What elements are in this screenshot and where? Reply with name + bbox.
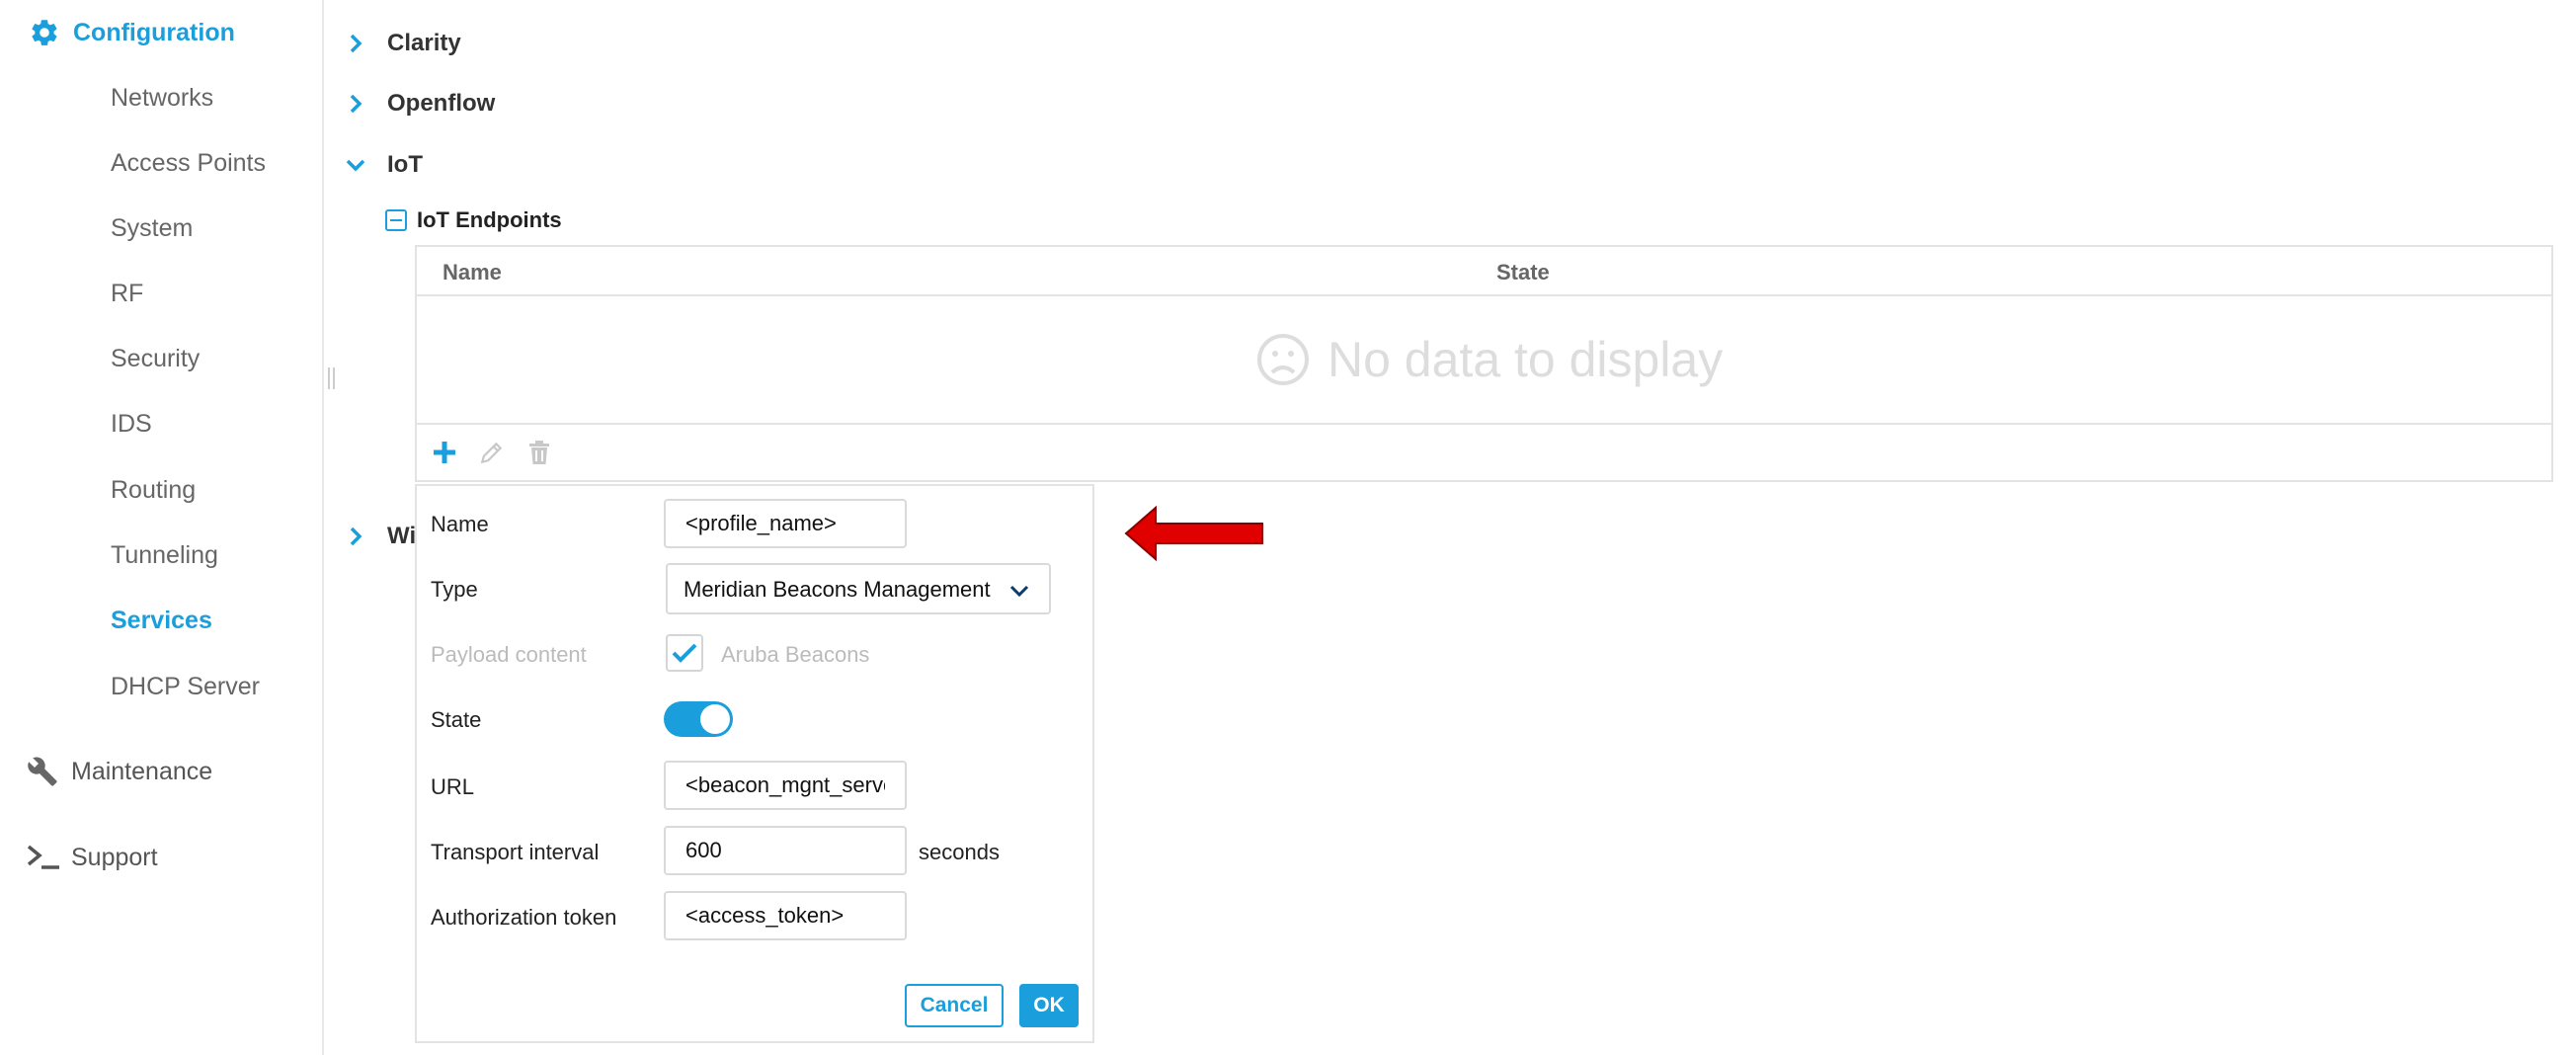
chevron-right-icon — [344, 525, 367, 548]
type-select-value: Meridian Beacons Management — [684, 577, 991, 602]
checkmark-icon — [672, 643, 697, 663]
table-header: Name State — [417, 247, 2551, 296]
section-iot[interactable]: IoT — [344, 151, 423, 179]
sidebar-item-ids[interactable]: IDS — [111, 409, 152, 439]
collapse-icon — [385, 209, 407, 231]
chevron-down-icon — [1007, 579, 1031, 603]
nav-configuration[interactable]: Configuration — [28, 16, 235, 49]
section-clarity-title: Clarity — [387, 30, 461, 56]
column-header-state[interactable]: State — [1496, 260, 1550, 285]
chevron-right-icon — [344, 32, 367, 55]
iot-endpoints-table: Name State No data to display — [415, 245, 2553, 482]
table-empty-row: No data to display — [417, 296, 2551, 425]
ok-button[interactable]: OK — [1019, 984, 1079, 1027]
section-wi[interactable]: Wi — [344, 523, 416, 550]
annotation-arrow — [1124, 505, 1263, 562]
sidebar-item-security[interactable]: Security — [111, 344, 200, 373]
aruba-beacons-label: Aruba Beacons — [721, 642, 870, 667]
iot-endpoints-toggle[interactable]: IoT Endpoints — [385, 207, 562, 233]
sidebar-item-tunneling[interactable]: Tunneling — [111, 540, 218, 570]
sidebar: Configuration Networks Access Points Sys… — [0, 0, 324, 1055]
column-header-name[interactable]: Name — [443, 260, 502, 285]
section-openflow-title: Openflow — [387, 90, 496, 117]
trash-icon[interactable] — [525, 439, 553, 466]
authorization-token-input[interactable] — [664, 891, 907, 940]
interval-unit: seconds — [919, 840, 1000, 864]
url-input[interactable] — [664, 761, 907, 810]
sad-face-icon — [1256, 333, 1310, 386]
gear-icon — [28, 16, 61, 49]
state-label: State — [431, 707, 482, 732]
iot-endpoint-form: Name Type Meridian Beacons Management Pa… — [415, 484, 1094, 1043]
sidebar-item-services[interactable]: Services — [111, 606, 212, 635]
name-input[interactable] — [664, 499, 907, 548]
table-toolbar — [417, 425, 2551, 480]
empty-state: No data to display — [1256, 331, 1723, 388]
type-label: Type — [431, 577, 478, 602]
payload-content-label: Payload content — [431, 642, 587, 667]
section-openflow[interactable]: Openflow — [344, 90, 495, 118]
authorization-token-label: Authorization token — [431, 905, 617, 930]
nav-support[interactable]: Support — [26, 841, 158, 874]
transport-interval-input[interactable] — [664, 826, 907, 875]
nav-maintenance-label: Maintenance — [71, 757, 213, 785]
chevron-right-icon — [344, 92, 367, 116]
nav-maintenance[interactable]: Maintenance — [26, 755, 212, 788]
type-select[interactable]: Meridian Beacons Management — [666, 563, 1051, 614]
sidebar-item-access-points[interactable]: Access Points — [111, 148, 266, 178]
plus-icon[interactable] — [431, 439, 458, 466]
panel-resize-handle[interactable] — [326, 367, 338, 391]
sidebar-item-networks[interactable]: Networks — [111, 83, 213, 113]
section-wi-title: Wi — [387, 523, 417, 549]
url-label: URL — [431, 774, 475, 799]
sidebar-item-system[interactable]: System — [111, 213, 193, 243]
empty-state-text: No data to display — [1328, 332, 1724, 387]
wrench-icon — [26, 755, 59, 788]
state-toggle[interactable] — [664, 701, 733, 737]
nav-support-label: Support — [71, 843, 158, 871]
pencil-icon[interactable] — [478, 439, 506, 466]
chevron-down-icon — [344, 153, 367, 177]
section-iot-title: IoT — [387, 151, 423, 178]
transport-interval-label: Transport interval — [431, 840, 600, 864]
sidebar-item-routing[interactable]: Routing — [111, 475, 196, 505]
name-label: Name — [431, 512, 489, 536]
cancel-button[interactable]: Cancel — [905, 984, 1004, 1027]
nav-configuration-label: Configuration — [73, 18, 235, 46]
section-clarity[interactable]: Clarity — [344, 30, 461, 57]
iot-endpoints-title: IoT Endpoints — [417, 207, 562, 232]
terminal-prompt-icon — [26, 841, 59, 874]
aruba-beacons-checkbox[interactable] — [666, 634, 703, 672]
sidebar-item-rf[interactable]: RF — [111, 279, 143, 308]
sidebar-item-dhcp-server[interactable]: DHCP Server — [111, 672, 260, 701]
toggle-knob — [700, 704, 730, 734]
